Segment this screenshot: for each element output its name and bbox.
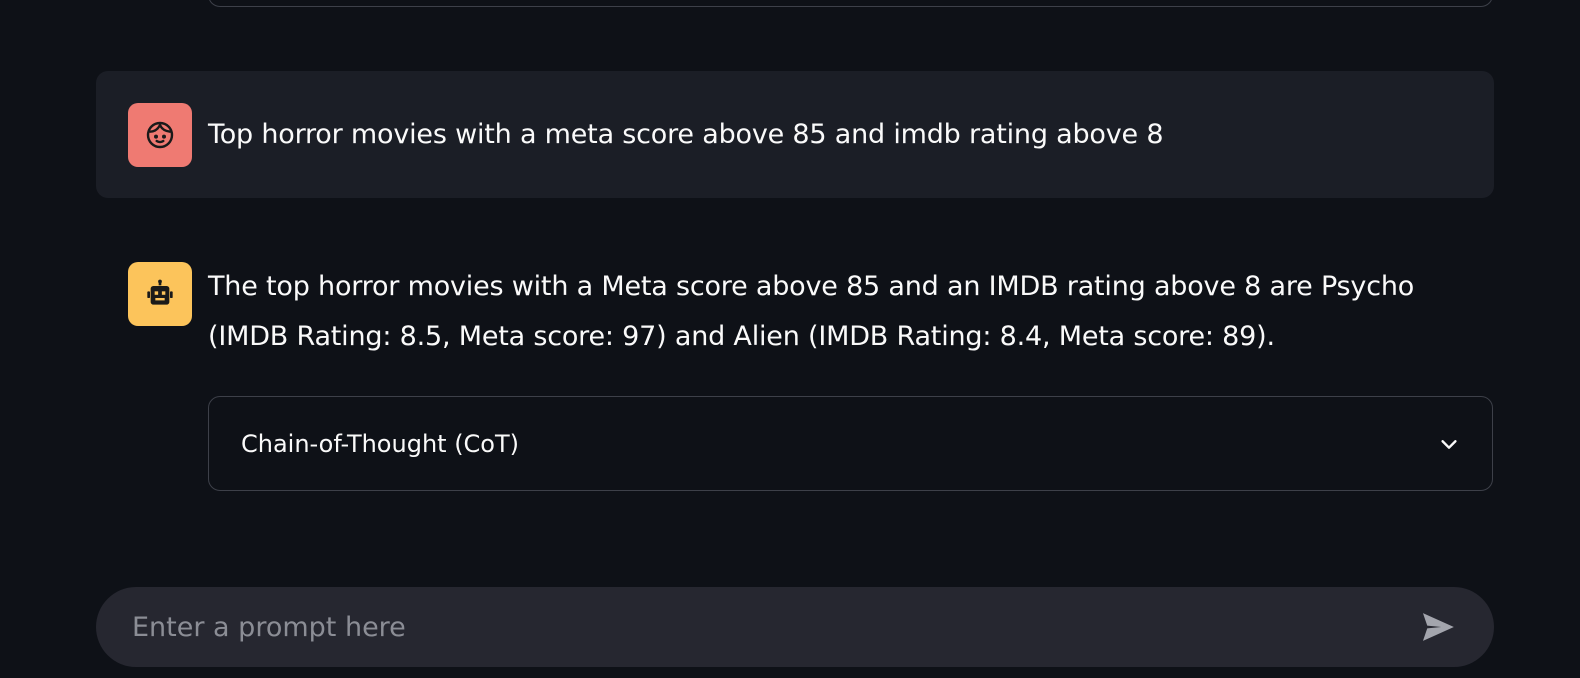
user-message-text: Top horror movies with a meta score abov… <box>208 119 1164 150</box>
user-avatar <box>128 103 192 167</box>
prompt-input[interactable] <box>130 610 1418 644</box>
chat-input-bar <box>96 587 1494 667</box>
robot-icon <box>147 279 173 305</box>
chat-page: Top horror movies with a meta score abov… <box>0 0 1580 678</box>
previous-expander[interactable] <box>208 0 1493 7</box>
send-icon <box>1422 613 1454 641</box>
cot-expander[interactable]: Chain-of-Thought (CoT) <box>208 396 1493 491</box>
face-icon <box>146 121 174 149</box>
assistant-message-text: The top horror movies with a Meta score … <box>208 271 1415 352</box>
cot-expander-label: Chain-of-Thought (CoT) <box>241 429 520 458</box>
chevron-down-icon <box>1441 439 1457 449</box>
send-button[interactable] <box>1418 607 1458 647</box>
assistant-avatar <box>128 262 192 326</box>
